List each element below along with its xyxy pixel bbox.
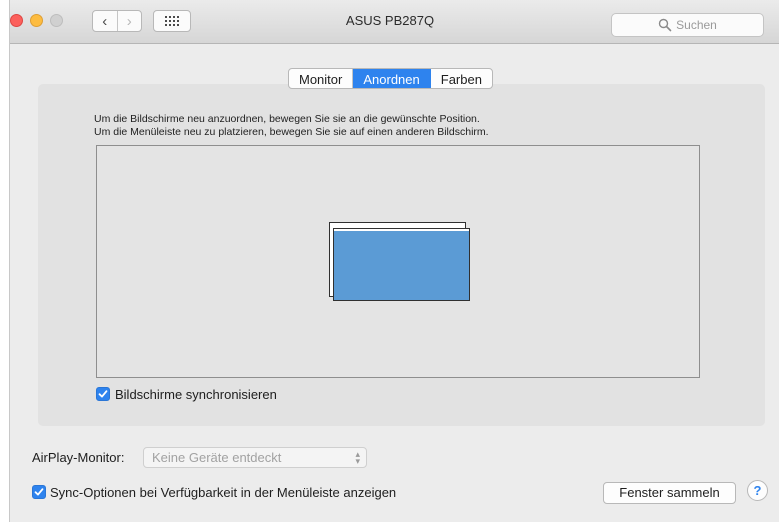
- back-button[interactable]: ‹: [93, 11, 118, 31]
- mirror-displays-checkbox[interactable]: [96, 387, 110, 401]
- window-title: ASUS PB287Q: [345, 13, 435, 28]
- instruction-text-1: Um die Bildschirme neu anzuordnen, beweg…: [94, 113, 480, 125]
- display-thumbnail[interactable]: [333, 228, 470, 301]
- help-button[interactable]: ?: [747, 480, 768, 501]
- tab-colors[interactable]: Farben: [431, 69, 492, 88]
- tab-monitor[interactable]: Monitor: [289, 69, 354, 88]
- checkmark-icon: [98, 390, 108, 398]
- updown-arrows-icon: ▴ ▾: [355, 449, 360, 466]
- chevron-left-icon: ‹: [102, 12, 108, 30]
- sync-options-label[interactable]: Sync-Optionen bei Verfügbarkeit in der M…: [50, 485, 396, 500]
- display-arrangement-area[interactable]: [96, 145, 700, 378]
- airplay-select[interactable]: Keine Geräte entdeckt ▴ ▾: [143, 447, 367, 468]
- system-preferences-window: ‹ › ASUS PB287Q Suchen Monitor Anordnen: [9, 0, 779, 522]
- mirror-displays-label[interactable]: Bildschirme synchronisieren: [115, 387, 277, 402]
- nav-buttons: ‹ ›: [92, 10, 142, 32]
- sync-options-checkbox[interactable]: [32, 485, 46, 499]
- titlebar: ‹ › ASUS PB287Q Suchen: [10, 0, 779, 44]
- forward-button[interactable]: ›: [118, 11, 142, 31]
- search-placeholder: Suchen: [676, 18, 717, 32]
- tab-bar: Monitor Anordnen Farben: [288, 68, 493, 89]
- checkmark-icon: [34, 488, 44, 496]
- airplay-label: AirPlay-Monitor:: [32, 450, 125, 465]
- gather-windows-button[interactable]: Fenster sammeln: [603, 482, 736, 504]
- search-icon: [658, 18, 672, 32]
- search-field[interactable]: Suchen: [611, 13, 764, 37]
- zoom-button[interactable]: [50, 14, 63, 27]
- tab-arrange[interactable]: Anordnen: [353, 69, 431, 88]
- menu-bar-indicator[interactable]: [334, 229, 469, 231]
- minimize-button[interactable]: [30, 14, 43, 27]
- grid-icon: [165, 16, 179, 26]
- close-button[interactable]: [10, 14, 23, 27]
- show-all-button[interactable]: [153, 10, 191, 32]
- chevron-right-icon: ›: [126, 12, 132, 30]
- airplay-select-value: Keine Geräte entdeckt: [152, 450, 282, 465]
- instruction-text-2: Um die Menüleiste neu zu platzieren, bew…: [94, 126, 489, 138]
